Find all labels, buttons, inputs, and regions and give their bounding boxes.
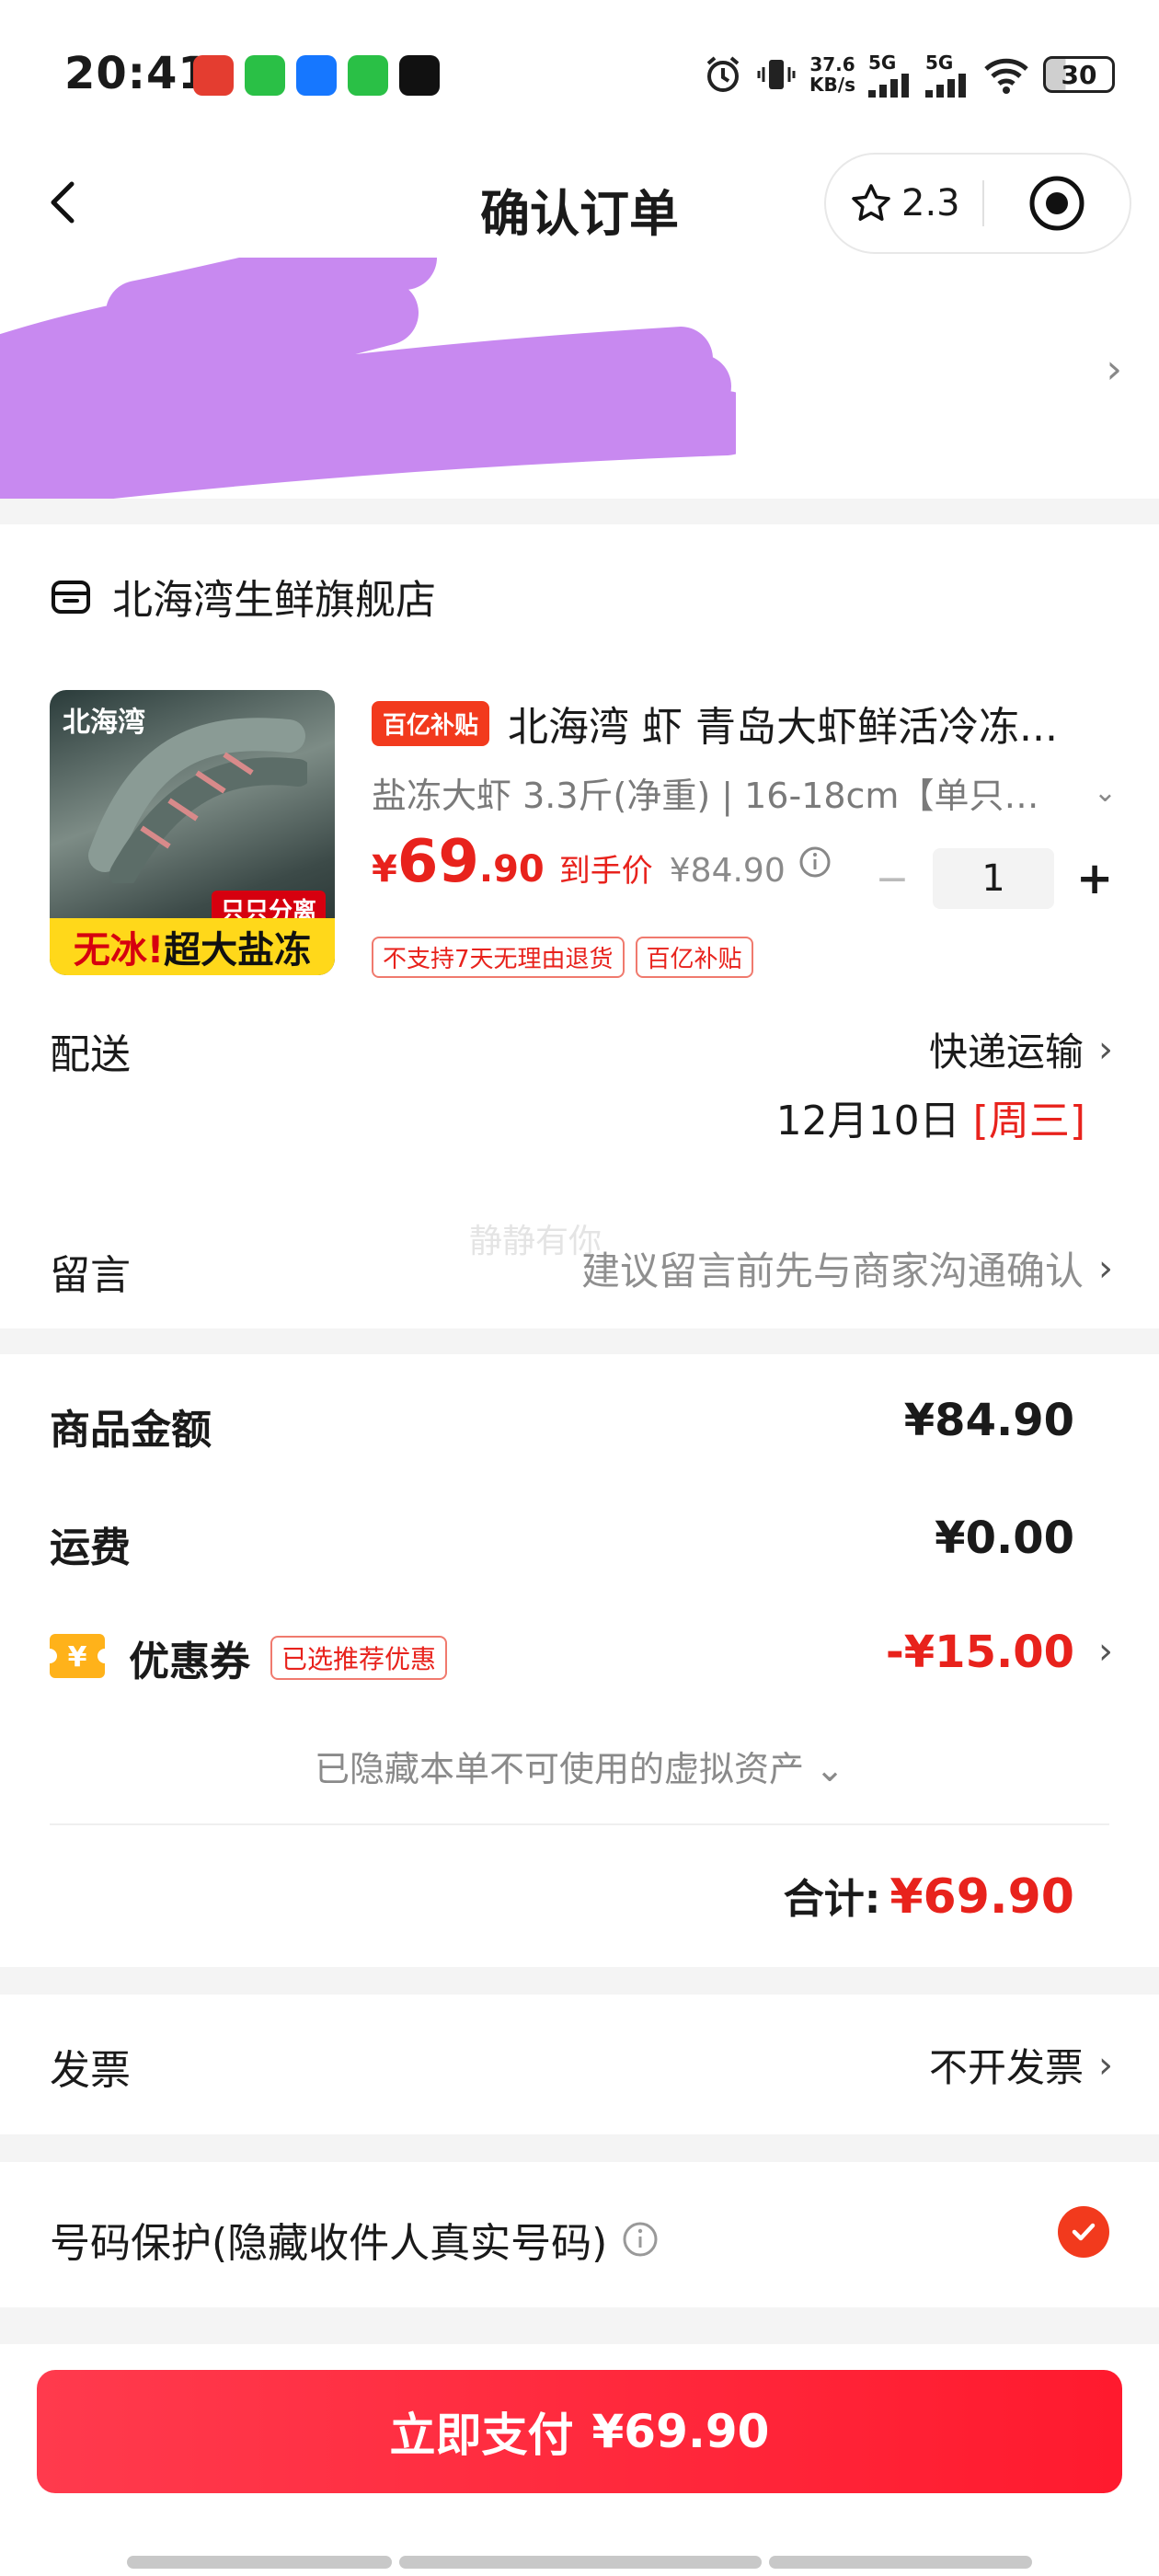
price-row: ¥ 69 .90 到手价 ¥84.90 xyxy=(372,828,832,896)
divider xyxy=(50,1823,1109,1825)
address-section[interactable]: › xyxy=(0,258,1159,499)
shipping-label: 运费 xyxy=(50,1524,131,1571)
total-row: 合计: ¥69.90 xyxy=(784,1866,1074,1925)
total-label: 合计: xyxy=(783,1876,881,1923)
wifi-icon xyxy=(984,58,1028,94)
phone-protection-label: 号码保护(隐藏收件人真实号码) xyxy=(50,2210,659,2269)
info-icon[interactable] xyxy=(798,845,832,879)
vibrate-icon xyxy=(757,60,796,89)
star-icon xyxy=(852,184,890,221)
delivery-method[interactable]: 快递运输 › xyxy=(929,1021,1113,1077)
total-value: ¥69.90 xyxy=(889,1869,1074,1925)
chevron-right-icon: › xyxy=(1098,2043,1113,2087)
chevron-down-icon: ⌄ xyxy=(1093,776,1117,809)
product-image-banner: 无冰! 超大盐冻 xyxy=(50,918,335,975)
check-icon xyxy=(1072,2223,1096,2241)
product-title-row[interactable]: 百亿补贴 北海湾 虾 青岛大虾鲜活冷冻... xyxy=(372,694,1117,753)
signal-icon xyxy=(925,74,966,98)
price-decimal: .90 xyxy=(478,848,545,891)
delivery-date: 12月10日 [周三] xyxy=(775,1098,1085,1144)
note-label: 留言 xyxy=(50,1252,131,1299)
signal-sim2: 5G xyxy=(925,52,970,98)
signal-icon xyxy=(868,74,909,98)
chevron-right-icon: › xyxy=(1098,1028,1113,1071)
coupon-label: 优惠券 xyxy=(129,1639,250,1685)
gesture-bar-segment xyxy=(769,2556,1032,2569)
pay-now-button[interactable]: 立即支付 ¥69.90 xyxy=(37,2370,1122,2493)
subsidy-badge: 百亿补贴 xyxy=(372,700,490,746)
phone-protection-checkbox[interactable] xyxy=(1058,2206,1109,2258)
battery-indicator: 30 xyxy=(1043,56,1115,93)
svg-text:¥: ¥ xyxy=(68,1641,87,1673)
invoice-row[interactable]: 发票 不开发票 › xyxy=(0,1995,1159,2134)
wechat-icon xyxy=(245,55,285,96)
chevron-right-icon: › xyxy=(1098,1247,1113,1290)
gesture-bar xyxy=(127,2556,1032,2569)
chevron-down-icon: ⌄ xyxy=(815,1749,844,1789)
tag-no-return: 不支持7天无理由退货 xyxy=(372,937,625,978)
gesture-bar-segment xyxy=(399,2556,762,2569)
product-tags: 不支持7天无理由退货 百亿补贴 xyxy=(372,937,753,978)
capsule-divider xyxy=(982,180,984,226)
store-icon xyxy=(52,581,90,614)
increase-button[interactable]: + xyxy=(1076,853,1113,904)
rating-button[interactable]: 2.3 xyxy=(826,182,982,224)
alarm-icon xyxy=(706,56,740,92)
goods-amount-label: 商品金额 xyxy=(50,1407,212,1454)
delivery-weekday: [周三] xyxy=(972,1098,1085,1144)
quantity-stepper: − 1 + xyxy=(874,848,1113,909)
goods-amount-value: ¥84.90 xyxy=(903,1395,1074,1446)
rating-value: 2.3 xyxy=(901,182,960,224)
bottom-bar: 立即支付 ¥69.90 xyxy=(0,2344,1159,2576)
notification-icons xyxy=(193,55,440,96)
redaction-scribble xyxy=(0,258,736,499)
signal-sim1: 5G xyxy=(868,52,912,98)
status-bar: 20:41 37.6 KB/s 5G 5G 30 xyxy=(0,0,1159,147)
info-icon[interactable] xyxy=(622,2221,659,2258)
coupon-value[interactable]: -¥15.00 xyxy=(886,1627,1074,1678)
product-image-logo: 北海湾 xyxy=(63,707,145,739)
order-item-card: 北海湾生鲜旗舰店 北海湾 只只分离 无冰! 超大盐冻 百亿补贴 北海湾 虾 青岛大… xyxy=(0,524,1159,1328)
tag-subsidy: 百亿补贴 xyxy=(635,937,753,978)
shipping-value: ¥0.00 xyxy=(935,1512,1074,1564)
invoice-label: 发票 xyxy=(50,2047,131,2094)
nav-header: 确认订单 2.3 xyxy=(0,147,1159,258)
store-header[interactable]: 北海湾生鲜旗舰店 xyxy=(50,567,436,626)
product-image[interactable]: 北海湾 只只分离 无冰! 超大盐冻 xyxy=(50,690,335,975)
shrimp-illustration xyxy=(88,718,307,883)
sku-text: 盐冻大虾 3.3斤(净重) | 16-18cm【单只冻 ... xyxy=(372,776,1052,816)
quantity-input[interactable]: 1 xyxy=(933,848,1054,909)
miniapp-capsule: 2.3 xyxy=(824,153,1131,254)
original-price: ¥84.90 xyxy=(669,852,786,890)
product-title: 北海湾 虾 青岛大虾鲜活冷冻... xyxy=(508,704,1058,751)
gesture-bar-segment xyxy=(127,2556,392,2569)
final-price-label: 到手价 xyxy=(558,853,653,890)
store-name: 北海湾生鲜旗舰店 xyxy=(112,577,436,624)
hidden-assets-toggle[interactable]: 已隐藏本单不可使用的虚拟资产 ⌄ xyxy=(0,1741,1159,1791)
wechat-icon xyxy=(348,55,388,96)
price-summary: 商品金额 ¥84.90 运费 ¥0.00 ¥ 优惠券 已选推荐优惠 -¥15.0… xyxy=(0,1354,1159,1967)
delivery-label: 配送 xyxy=(50,1031,131,1078)
app-notification-icon xyxy=(193,55,234,96)
status-right: 37.6 KB/s 5G 5G 30 xyxy=(703,52,1115,98)
note-input[interactable]: 建议留言前先与商家沟通确认 › xyxy=(581,1240,1113,1296)
coupon-icon: ¥ xyxy=(50,1634,105,1678)
app-notification-icon xyxy=(296,55,337,96)
douyin-icon xyxy=(399,55,440,96)
invoice-value: 不开发票 › xyxy=(928,2043,1113,2091)
close-miniapp-icon[interactable] xyxy=(1027,173,1087,234)
price-integer: 69 xyxy=(396,828,479,896)
price-symbol: ¥ xyxy=(372,848,397,891)
address-chevron-icon: › xyxy=(1106,346,1122,393)
network-speed: 37.6 KB/s xyxy=(809,53,855,96)
coupon-recommended-badge: 已选推荐优惠 xyxy=(270,1636,448,1680)
decrease-button[interactable]: − xyxy=(874,856,911,903)
phone-protection-row: 号码保护(隐藏收件人真实号码) xyxy=(0,2162,1159,2307)
status-time: 20:41 xyxy=(64,48,210,99)
sku-selector[interactable]: 盐冻大虾 3.3斤(净重) | 16-18cm【单只冻 ... ⌄ xyxy=(372,767,1117,818)
chevron-right-icon[interactable]: › xyxy=(1098,1630,1113,1673)
